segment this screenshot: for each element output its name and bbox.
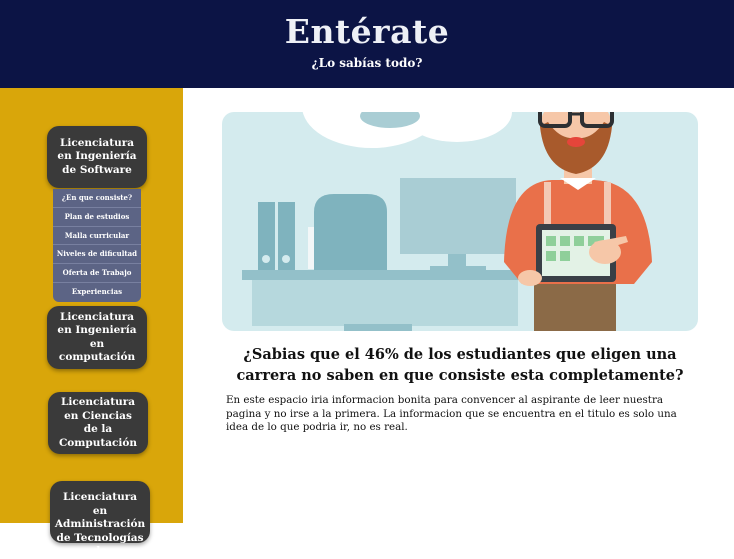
- submenu-item-malla-curricular[interactable]: Malla curricular: [53, 227, 141, 246]
- career-card-ciencias-computacion[interactable]: Licenciatura en Ciencias de la Computaci…: [48, 392, 148, 454]
- main-paragraph: En este espacio iria informacion bonita …: [226, 394, 677, 433]
- site-header: Entérate ¿Lo sabías todo?: [0, 0, 734, 88]
- career-card-software[interactable]: Licenciatura en Ingeniería de Software: [47, 126, 147, 188]
- career-card-label: Licenciatura en Ciencias de la Computaci…: [58, 396, 138, 449]
- career-submenu: ¿En que consiste? Plan de estudios Malla…: [53, 189, 141, 302]
- submenu-item-plan-de-estudios[interactable]: Plan de estudios: [53, 208, 141, 227]
- career-card-label: Licenciatura en Ingeniería en computació…: [57, 310, 137, 364]
- submenu-item-niveles-de-dificultad[interactable]: Niveles de dificultad: [53, 245, 141, 265]
- submenu-item-en-que-consiste[interactable]: ¿En que consiste?: [53, 189, 141, 208]
- site-title: Entérate: [284, 12, 450, 51]
- main-headline: ¿Sabias que el 46% de los estudiantes qu…: [236, 346, 684, 384]
- career-card-label: Licenciatura en Administración de Tecnol…: [54, 491, 146, 557]
- site-subtitle: ¿Lo sabías todo?: [311, 56, 423, 70]
- submenu-item-experiencias[interactable]: Experiencias: [53, 283, 141, 302]
- career-card-label: Licenciatura en Ingeniería de Software: [57, 136, 137, 176]
- career-card-computacion[interactable]: Licenciatura en Ingeniería en computació…: [47, 306, 147, 369]
- submenu-item-oferta-de-trabajo[interactable]: Oferta de Trabajo: [53, 264, 141, 283]
- hero-image: [222, 112, 698, 331]
- career-card-administracion[interactable]: Licenciatura en Administración de Tecnol…: [50, 481, 150, 557]
- hero-illustration: [222, 112, 698, 331]
